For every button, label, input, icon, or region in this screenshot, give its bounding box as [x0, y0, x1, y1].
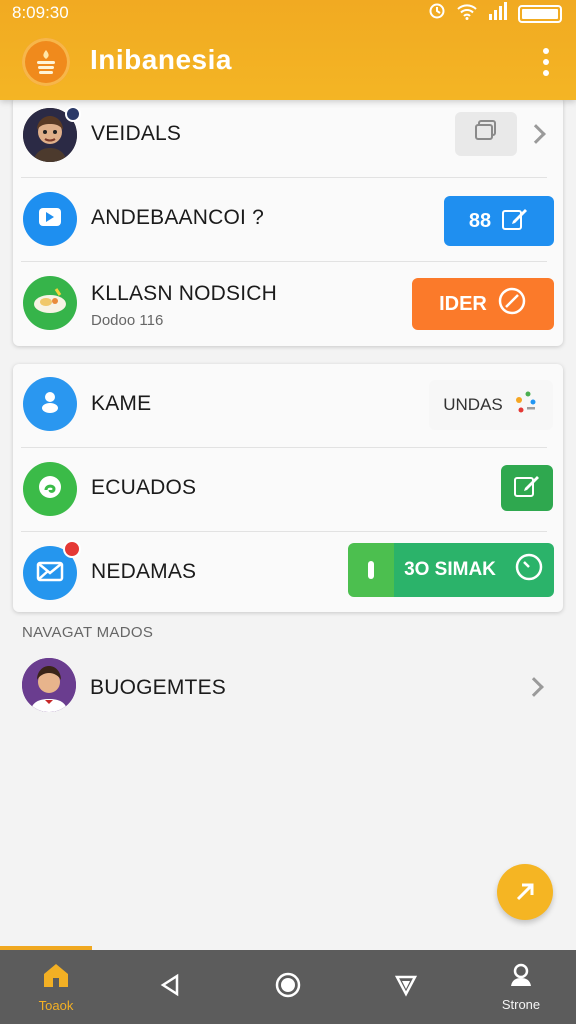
profile-icon	[508, 962, 534, 993]
card-secondary: KAME UNDAS ECUADOS NEDAMAS 3O SIMAK	[13, 364, 563, 612]
row-sublabel: Dodoo 116	[91, 312, 164, 329]
count-label: 88	[468, 209, 492, 232]
row-label: KLLASN NODSICH	[91, 282, 278, 305]
status-segment	[348, 543, 394, 597]
wifi-icon	[456, 2, 478, 25]
circle-home-icon	[274, 971, 302, 1004]
action-label: 3O SIMAK	[404, 559, 496, 580]
row-label: ECUADOS	[91, 476, 197, 499]
more-vert-icon[interactable]	[536, 48, 556, 76]
app-logo-icon	[22, 38, 70, 86]
timer-action-button[interactable]: 3O SIMAK	[348, 543, 554, 597]
app-title: Inibanesia	[90, 44, 232, 75]
person-icon	[36, 388, 64, 421]
badge-icon	[65, 106, 81, 122]
user-avatar	[22, 658, 76, 712]
row-label: NEDAMAS	[91, 560, 197, 583]
mail-icon	[35, 557, 65, 590]
nav-profile[interactable]: Strone	[486, 950, 556, 1024]
recents-icon	[394, 973, 418, 1002]
send-avatar	[23, 192, 77, 246]
notification-badge	[63, 540, 81, 558]
food-icon	[29, 280, 71, 327]
chip-label: UNDAS	[443, 395, 503, 414]
swirl-avatar	[23, 462, 77, 516]
status-time: 8:09:30	[12, 3, 69, 22]
stack-button[interactable]	[455, 112, 517, 156]
app-bar: 8:09:30 Inibanesia	[0, 0, 576, 100]
nav-recents[interactable]	[386, 950, 426, 1024]
list-item-kllasn[interactable]: KLLASN NODSICH Dodoo 116 IDER	[13, 262, 563, 346]
count-edit-button[interactable]: 88	[444, 196, 554, 246]
card-primary: VEIDALS ANDEBAANCOI ? 88 KLLASN NODSICH …	[13, 96, 563, 346]
row-label: VEIDALS	[91, 122, 182, 145]
nav-profile-label: Strone	[501, 997, 541, 1012]
person-avatar	[23, 377, 77, 431]
edit-icon	[513, 472, 541, 504]
timer-icon	[514, 552, 544, 588]
nav-home-circle[interactable]	[268, 950, 308, 1024]
list-item-ecuados[interactable]: ECUADOS	[13, 448, 563, 532]
cancel-icon	[497, 286, 527, 322]
nav-home-label: Toaok	[38, 998, 74, 1013]
edit-button[interactable]	[501, 465, 553, 511]
food-avatar	[23, 276, 77, 330]
signal-icon	[488, 2, 508, 25]
dots-icon	[513, 388, 539, 423]
status-dot	[368, 561, 374, 579]
nav-home[interactable]: Toaok	[20, 950, 92, 1024]
cancel-action-button[interactable]: IDER	[412, 278, 554, 330]
row-label: ANDEBAANCOI ?	[91, 206, 264, 229]
list-item-veidals[interactable]: VEIDALS	[13, 96, 563, 178]
swirl-icon	[35, 472, 65, 507]
status-bar: 8:09:30	[0, 0, 576, 26]
chevron-right-icon[interactable]	[526, 124, 546, 144]
list-item-buogemtes[interactable]: BUOGEMTES	[0, 650, 576, 724]
home-icon	[41, 961, 71, 994]
action-label: IDER	[439, 292, 487, 315]
timer-segment: 3O SIMAK	[394, 543, 554, 597]
nav-back[interactable]	[150, 950, 190, 1024]
fab-next-button[interactable]	[497, 864, 553, 920]
edit-icon	[501, 205, 529, 237]
list-item-nedamas[interactable]: NEDAMAS 3O SIMAK	[13, 532, 563, 612]
back-icon	[159, 973, 181, 1002]
list-item-andebaancoi[interactable]: ANDEBAANCOI ? 88	[13, 178, 563, 262]
battery-icon	[518, 4, 562, 23]
undas-chip[interactable]: UNDAS	[429, 380, 553, 430]
stack-icon	[473, 119, 499, 149]
send-icon	[36, 203, 64, 236]
row-label: BUOGEMTES	[90, 676, 226, 699]
section-title: NAVAGAT MADOS	[22, 624, 154, 641]
bottom-nav: Toaok Strone	[0, 950, 576, 1024]
chevron-right-icon[interactable]	[524, 677, 544, 697]
list-item-kame[interactable]: KAME UNDAS	[13, 364, 563, 448]
alarm-icon	[428, 2, 446, 25]
row-label: KAME	[91, 392, 152, 415]
